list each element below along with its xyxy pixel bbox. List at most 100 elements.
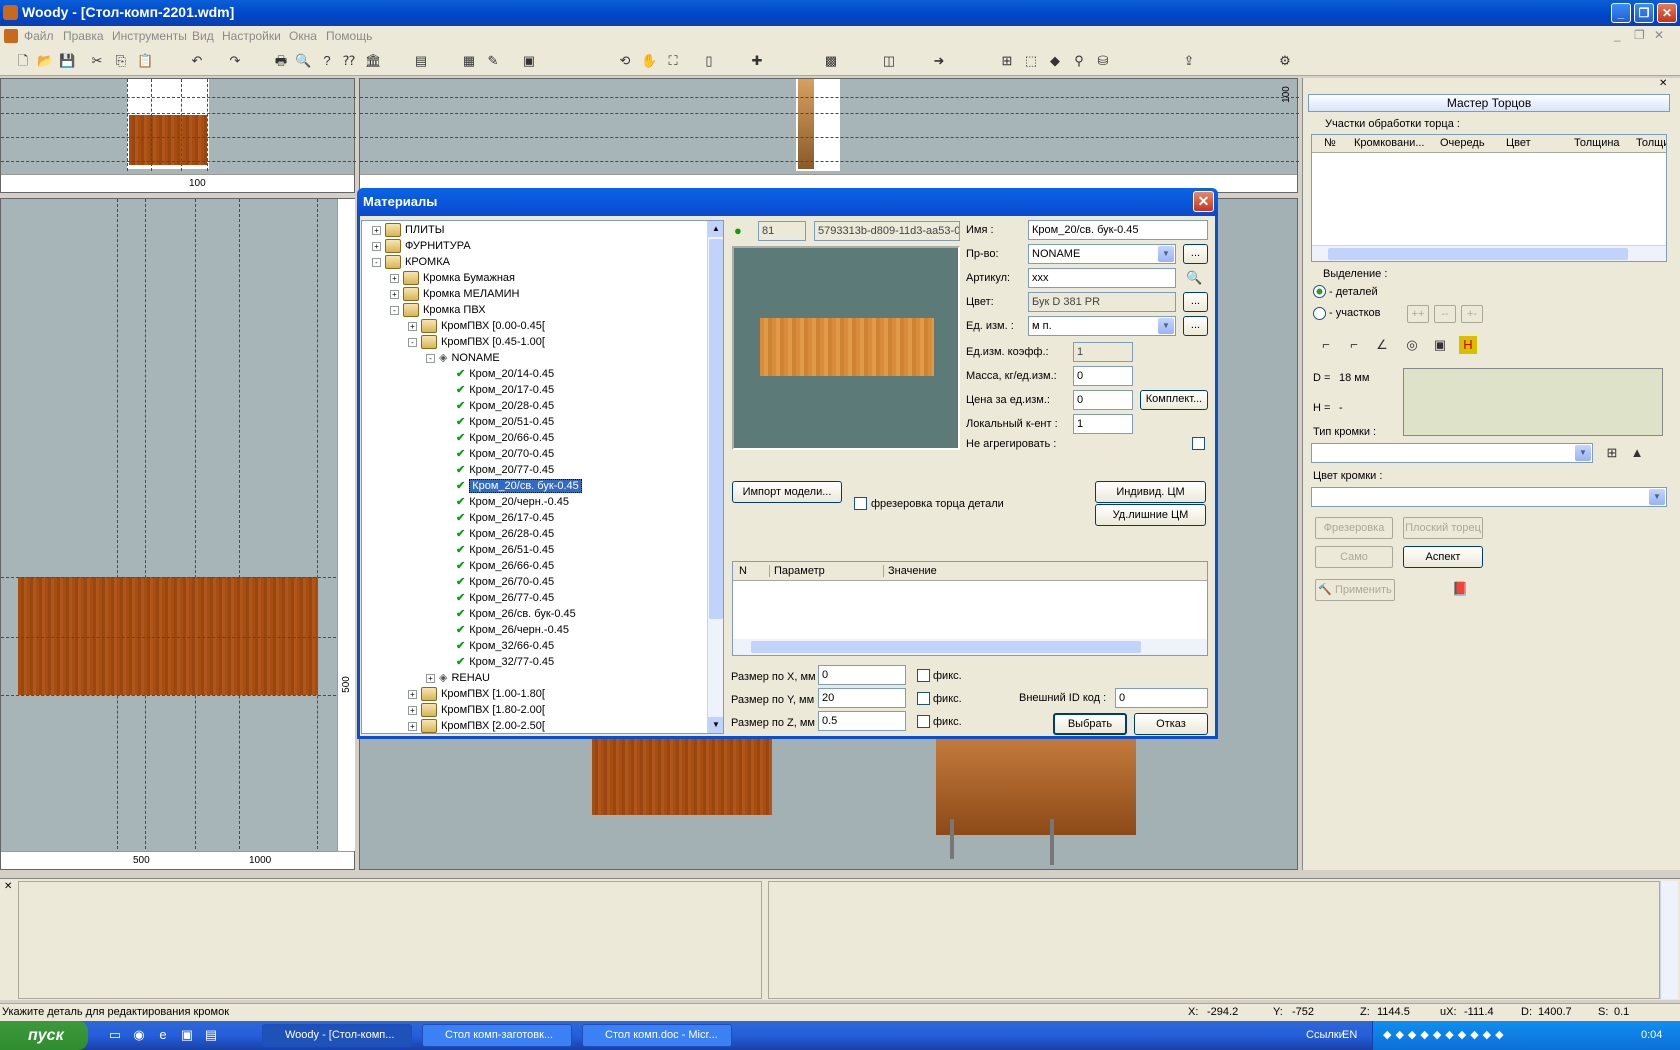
maker-select[interactable]: NONAME ▼	[1028, 244, 1176, 264]
tree-item[interactable]: ✔ Кром_20/14-0.45	[456, 366, 554, 382]
task-doc2[interactable]: Стол комп.doc - Micr...	[582, 1024, 732, 1047]
tree-folder[interactable]: + КромПВХ [1.00-1.80[	[408, 686, 545, 702]
import-model-button[interactable]: Импорт модели...	[732, 481, 842, 503]
tree-item[interactable]: ✔ Кром_32/77-0.45	[456, 654, 554, 670]
cut-icon[interactable]: ✂	[88, 52, 106, 70]
view-front-icon[interactable]: ⊞	[998, 52, 1016, 70]
edge-type-select[interactable]: ▼	[1311, 443, 1593, 463]
fix-y-checkbox[interactable]	[917, 692, 930, 705]
app-quicklaunch-icon-2[interactable]: ▤	[202, 1026, 220, 1044]
expand-icon[interactable]: +	[408, 321, 417, 331]
local-coef-field[interactable]: 1	[1073, 414, 1133, 434]
menu-file[interactable]: Файл	[24, 29, 54, 43]
menu-settings[interactable]: Настройки	[222, 29, 281, 43]
search-icon[interactable]: 🔍	[1185, 269, 1203, 287]
menu-view[interactable]: Вид	[192, 29, 214, 43]
help-icon[interactable]: ?	[318, 52, 336, 70]
scroll-up-icon[interactable]: ▲	[708, 221, 723, 237]
fit-icon[interactable]: ⛶	[664, 52, 682, 70]
size-z-field[interactable]: 0.5	[818, 711, 906, 731]
tree-folder[interactable]: + КромПВХ [0.00-0.45[	[408, 318, 545, 334]
output-vscroll[interactable]	[1660, 881, 1678, 999]
tree-folder[interactable]: + ПЛИТЫ	[372, 222, 445, 238]
tree-folder[interactable]: + Кромка Бумажная	[390, 270, 515, 286]
undo-icon[interactable]: ↶	[188, 52, 206, 70]
size-y-field[interactable]: 20	[818, 688, 906, 708]
export-icon[interactable]: ⇪	[1180, 52, 1198, 70]
clock[interactable]: 0:04	[1641, 1029, 1662, 1041]
col-thickness[interactable]: Толщина	[1574, 137, 1620, 149]
dialog-close-icon[interactable]: ✕	[1193, 191, 1214, 212]
col-n[interactable]: N	[739, 565, 747, 577]
tree-folder[interactable]: + ФУРНИТУРА	[372, 238, 471, 254]
start-button[interactable]: пуск	[0, 1021, 88, 1050]
expand-icon[interactable]: +	[408, 721, 417, 731]
grid-icon[interactable]: ▦	[460, 52, 478, 70]
tree-item[interactable]: ✔ Кром_26/70-0.45	[456, 574, 554, 590]
btn-apply[interactable]: 🔨 Применить	[1315, 579, 1395, 601]
print-icon[interactable]: 🖶	[272, 52, 290, 70]
hscroll-thumb[interactable]	[1328, 248, 1628, 260]
select-tool-icon[interactable]: ▣	[520, 52, 538, 70]
mdi-close-icon[interactable]: ✕	[1654, 28, 1664, 42]
wand-icon[interactable]: ✎	[484, 52, 502, 70]
table-hscroll[interactable]	[1312, 245, 1666, 261]
edge-color-select[interactable]: ▼	[1311, 487, 1667, 507]
col-no[interactable]: №	[1324, 137, 1336, 149]
collapse-icon[interactable]: -	[408, 337, 417, 347]
print-preview-icon[interactable]: 🔍	[294, 52, 312, 70]
tree-item[interactable]: ✔ Кром_20/черн.-0.45	[456, 494, 569, 510]
maximize-button[interactable]: ❐	[1634, 3, 1654, 23]
mdi-minimize-icon[interactable]: _	[1614, 28, 1621, 42]
scroll-down-icon[interactable]: ▼	[708, 717, 723, 733]
tree-item[interactable]: ✔ Кром_26/77-0.45	[456, 590, 554, 606]
expand-icon[interactable]: +	[408, 705, 417, 715]
edge-tool-5-icon[interactable]: ▣	[1431, 336, 1449, 354]
app-quicklaunch-icon[interactable]: ▣	[178, 1026, 196, 1044]
size-x-field[interactable]: 0	[818, 665, 906, 685]
new-file-icon[interactable]: 🗋	[14, 52, 32, 70]
tree-vscroll[interactable]: ▲ ▼	[707, 221, 723, 733]
tree-item[interactable]: ✔ Кром_20/77-0.45	[456, 462, 554, 478]
col-value[interactable]: Значение	[883, 565, 937, 577]
tray-icons[interactable]: ◆◆◆◆◆◆◆◆◆◆	[1383, 1028, 1508, 1041]
expand-icon[interactable]: +	[372, 241, 381, 251]
pin-icon[interactable]: ⚲	[1070, 52, 1088, 70]
close-button[interactable]: ✕	[1657, 3, 1677, 23]
collapse-icon[interactable]: -	[372, 257, 381, 267]
edge-tool-2-icon[interactable]: ⌐	[1345, 336, 1363, 354]
tree-item[interactable]: ✔ Кром_20/св. бук-0.45	[456, 478, 582, 494]
expand-icon[interactable]: +	[426, 673, 435, 683]
tree-item[interactable]: ✔ Кром_20/51-0.45	[456, 414, 554, 430]
menu-edit[interactable]: Правка	[63, 29, 104, 43]
cross-icon[interactable]: ✚	[748, 52, 766, 70]
tree-folder[interactable]: - КромПВХ [0.45-1.00[	[408, 334, 545, 350]
tree-item[interactable]: ✔ Кром_26/17-0.45	[456, 510, 554, 526]
panel-close-icon[interactable]: ✕	[1659, 78, 1667, 89]
menu-tools[interactable]: Инструменты	[112, 29, 187, 43]
show-desktop-icon[interactable]: ▭	[106, 1026, 124, 1044]
tree-item[interactable]: ✔ Кром_20/66-0.45	[456, 430, 554, 446]
radio-sections[interactable]	[1313, 307, 1326, 320]
price-field[interactable]: 0	[1073, 390, 1133, 410]
col-order[interactable]: Очередь	[1440, 137, 1485, 149]
param-hscroll[interactable]	[733, 639, 1207, 655]
scroll-thumb[interactable]	[709, 239, 723, 619]
unit-select[interactable]: м п. ▼	[1028, 316, 1176, 336]
edge-tool-1-icon[interactable]: ⌐	[1317, 336, 1335, 354]
minimize-button[interactable]: _	[1611, 3, 1631, 23]
cancel-button[interactable]: Отказ	[1134, 713, 1208, 735]
tabletop-part[interactable]	[18, 577, 318, 695]
menu-help[interactable]: Помощь	[326, 29, 372, 43]
col-edging[interactable]: Кромковани...	[1354, 137, 1425, 149]
ie-icon[interactable]: e	[154, 1026, 172, 1044]
radio-parts[interactable]	[1313, 285, 1326, 298]
tree-item[interactable]: ✔ Кром_20/28-0.45	[456, 398, 554, 414]
tree-folder[interactable]: + КромПВХ [1.80-2.00[	[408, 702, 545, 718]
tree-folder[interactable]: + КромПВХ [2.00-2.50[	[408, 718, 545, 733]
mass-field[interactable]: 0	[1073, 366, 1133, 386]
no-aggregate-checkbox[interactable]	[1192, 437, 1205, 450]
palette-icon[interactable]: ▩	[822, 52, 840, 70]
explorer-icon[interactable]: ◉	[130, 1026, 148, 1044]
materials-tree[interactable]: + ПЛИТЫ + ФУРНИТУРА - КРОМКА + Кромка Бумажная +…	[361, 220, 724, 734]
